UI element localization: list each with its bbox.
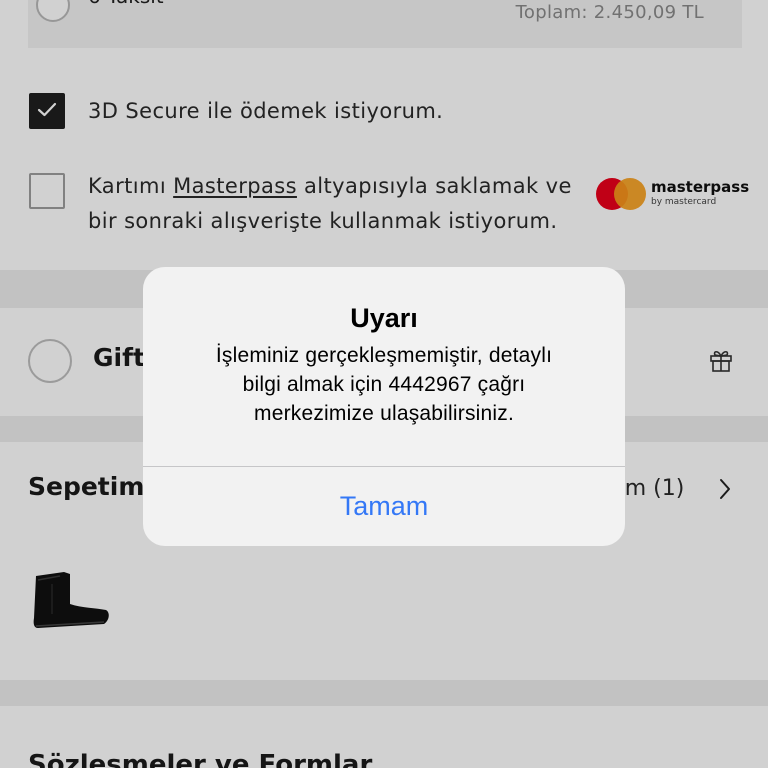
alert-message-line: bilgi almak için 4442967 çağrı: [242, 373, 526, 396]
alert-title: Uyarı: [350, 303, 418, 333]
alert-message-line: İşleminiz gerçekleşmemiştir, detaylı: [215, 344, 553, 367]
alert-message-line: merkezimize ulaşabilirsiniz.: [254, 402, 514, 425]
payment-page: 6 Taksit Toplam: 2.450,09 TL 3D Secure i…: [0, 0, 768, 768]
alert-dialog: Uyarı İşleminiz gerçekleşmemiştir, detay…: [143, 267, 625, 546]
alert-message: İşleminiz gerçekleşmemiştir, detaylı bil…: [173, 341, 595, 428]
ok-button[interactable]: Tamam: [143, 467, 625, 546]
